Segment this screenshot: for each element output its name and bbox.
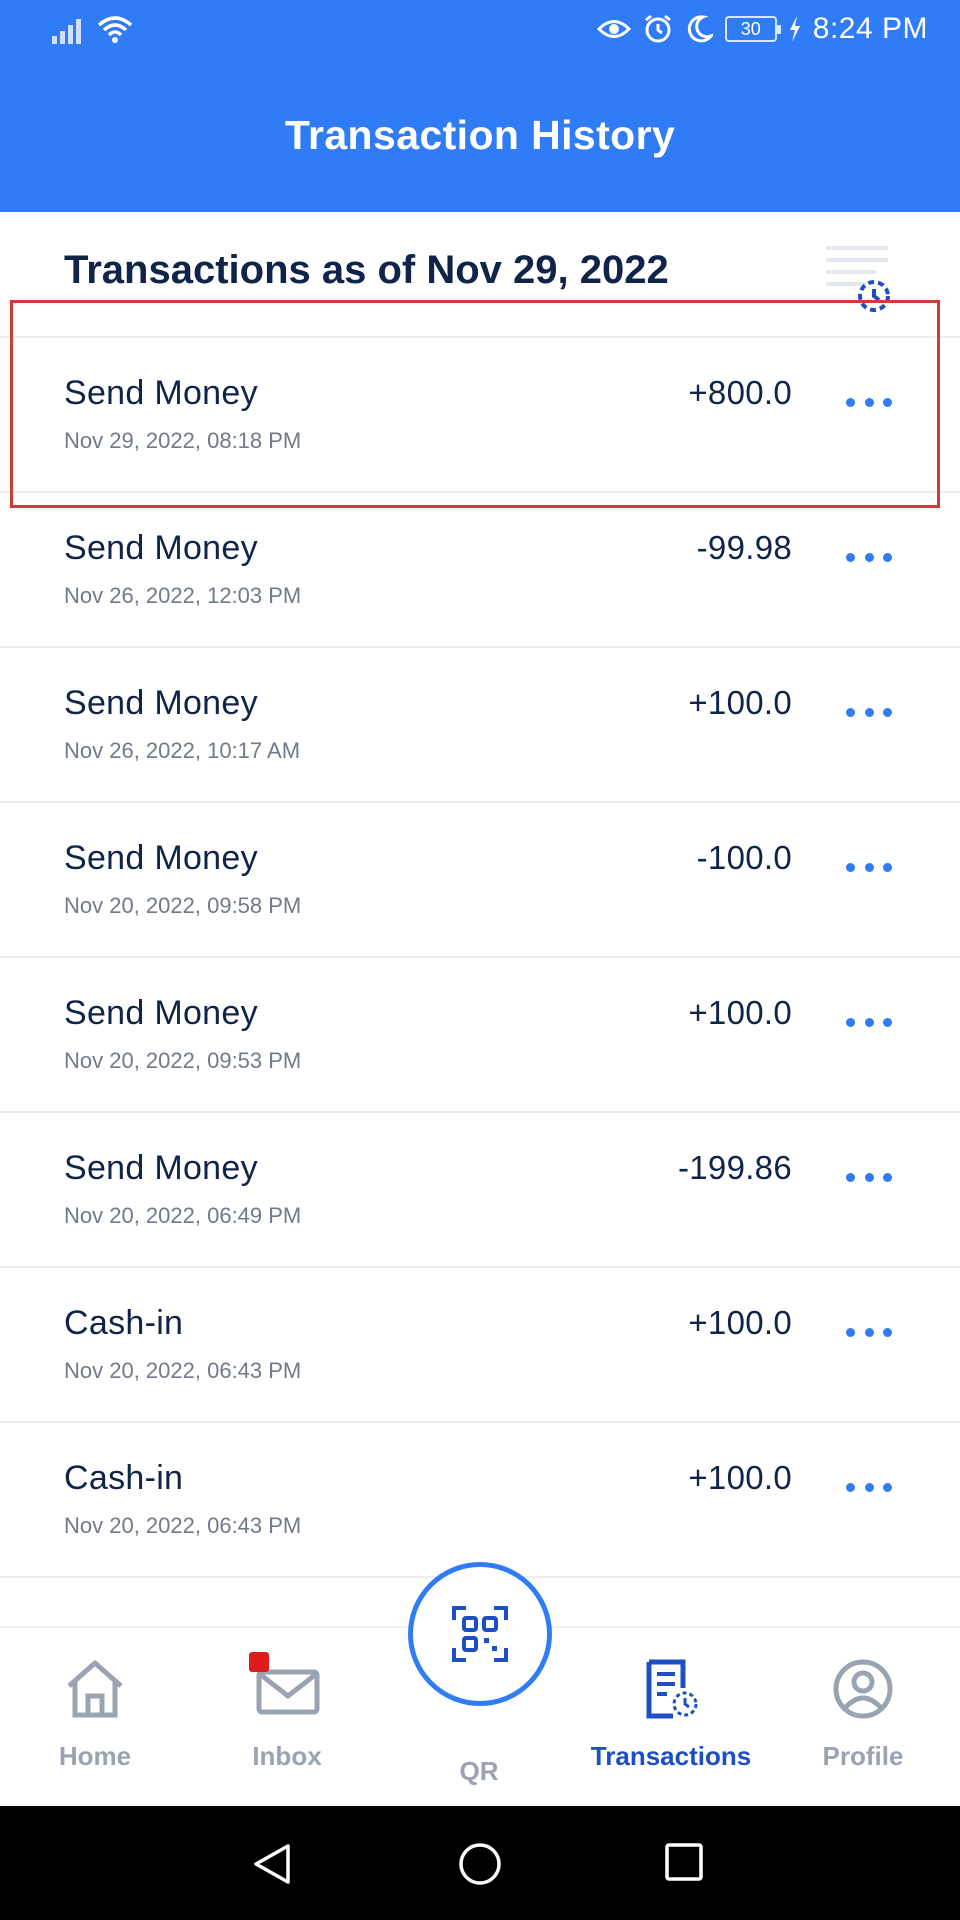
transaction-row[interactable]: Send Money Nov 20, 2022, 09:53 PM +100.0 [0, 956, 960, 1111]
eye-comfort-icon [596, 20, 631, 38]
nav-home[interactable]: Home [0, 1658, 190, 1772]
transaction-amount: -99.98 [696, 529, 792, 566]
transaction-row[interactable]: Send Money Nov 26, 2022, 10:17 AM +100.0 [0, 646, 960, 801]
transaction-type: Cash-in [64, 1304, 184, 1342]
status-time: 8:24 PM [812, 12, 928, 45]
app-header: 30 8:24 PM Transaction History [0, 0, 960, 212]
nav-home-label: Home [58, 1741, 132, 1771]
transaction-row[interactable]: Send Money Nov 26, 2022, 12:03 PM -99.98 [0, 491, 960, 646]
transaction-type: Send Money [64, 684, 258, 722]
transaction-date: Nov 20, 2022, 06:49 PM [64, 1203, 302, 1228]
transactions-icon [646, 1659, 698, 1719]
transaction-amount: +100.0 [688, 994, 792, 1031]
more-options-icon[interactable] [846, 1018, 892, 1028]
nav-inbox-label: Inbox [252, 1741, 322, 1771]
transaction-row[interactable]: Cash-in Nov 20, 2022, 06:43 PM +100.0 [0, 1266, 960, 1421]
signal-icon [52, 19, 81, 44]
qr-code-icon [452, 1606, 508, 1662]
more-options-icon[interactable] [846, 1483, 892, 1493]
wifi-icon [97, 16, 133, 43]
transaction-list: Send Money Nov 29, 2022, 08:18 PM +800.0… [0, 336, 960, 1731]
transaction-date: Nov 26, 2022, 12:03 PM [64, 583, 302, 608]
more-options-icon[interactable] [846, 1173, 892, 1183]
transaction-row[interactable]: Send Money Nov 20, 2022, 06:49 PM -199.8… [0, 1111, 960, 1266]
alarm-icon [644, 14, 671, 43]
transaction-amount: -100.0 [696, 839, 792, 876]
transaction-amount: +100.0 [688, 1459, 792, 1496]
transaction-type: Send Money [64, 839, 258, 877]
nav-inbox[interactable]: Inbox [192, 1652, 382, 1772]
nav-qr-label: QR [459, 1756, 499, 1786]
transaction-date: Nov 20, 2022, 06:43 PM [64, 1358, 302, 1383]
transaction-row[interactable]: Send Money Nov 20, 2022, 09:58 PM -100.0 [0, 801, 960, 956]
transaction-row[interactable]: Send Money Nov 29, 2022, 08:18 PM +800.0 [0, 336, 960, 491]
transaction-amount: +100.0 [688, 1304, 792, 1341]
transaction-type: Send Money [64, 994, 258, 1032]
transaction-row[interactable]: Cash-in Nov 20, 2022, 06:43 PM +100.0 [0, 1421, 960, 1576]
transaction-type: Send Money [64, 1149, 258, 1187]
transactions-as-of-title: Transactions as of Nov 29, 2022 [64, 248, 669, 292]
more-options-icon[interactable] [846, 398, 892, 408]
qr-scan-button[interactable] [408, 1562, 552, 1706]
transaction-type: Cash-in [64, 1459, 184, 1497]
transaction-amount: +100.0 [688, 684, 792, 721]
transaction-date: Nov 20, 2022, 09:58 PM [64, 893, 302, 918]
moon-icon [687, 15, 713, 43]
recents-icon[interactable] [664, 1842, 704, 1882]
transaction-type: Send Money [64, 374, 258, 412]
transaction-date: Nov 20, 2022, 09:53 PM [64, 1048, 302, 1073]
system-navigation-bar [0, 1806, 960, 1920]
more-options-icon[interactable] [846, 553, 892, 563]
battery-indicator: 30 [724, 16, 781, 42]
back-icon[interactable] [252, 1842, 292, 1886]
more-options-icon[interactable] [846, 863, 892, 873]
transaction-type: Send Money [64, 529, 258, 567]
home-icon [67, 1660, 123, 1718]
filter-history-icon[interactable] [826, 242, 892, 314]
transaction-date: Nov 20, 2022, 06:43 PM [64, 1513, 302, 1538]
page-title: Transaction History [284, 112, 676, 158]
nav-profile[interactable]: Profile [768, 1658, 958, 1772]
transaction-amount: -199.86 [677, 1149, 792, 1186]
nav-transactions-label: Transactions [590, 1741, 752, 1771]
nav-profile-label: Profile [822, 1741, 904, 1771]
transaction-date: Nov 26, 2022, 10:17 AM [64, 738, 301, 763]
unread-badge [249, 1652, 269, 1672]
transaction-date: Nov 29, 2022, 08:18 PM [64, 428, 302, 453]
profile-icon [833, 1659, 893, 1719]
nav-transactions[interactable]: Transactions [576, 1658, 766, 1772]
transactions-subheader: Transactions as of Nov 29, 2022 [0, 212, 960, 336]
bottom-navigation: Home Inbox QR Transactions Profile [0, 1562, 960, 1806]
charging-icon [789, 16, 800, 42]
home-button-icon[interactable] [458, 1842, 502, 1886]
status-bar: 30 8:24 PM [0, 0, 960, 66]
transaction-amount: +800.0 [688, 374, 792, 411]
more-options-icon[interactable] [846, 1328, 892, 1338]
more-options-icon[interactable] [846, 708, 892, 718]
